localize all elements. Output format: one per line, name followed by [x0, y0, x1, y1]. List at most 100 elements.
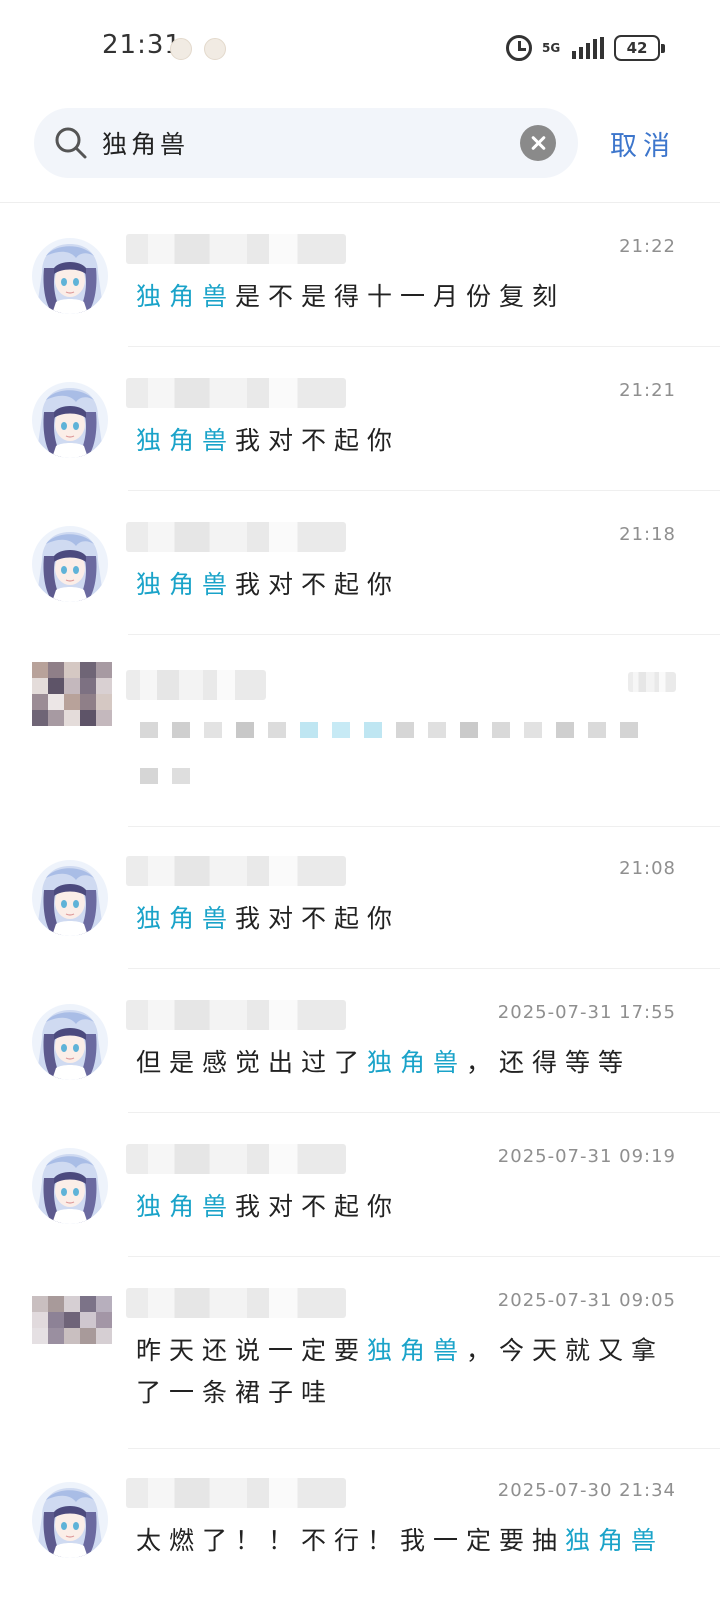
keyword-highlight: 独角兽 — [136, 904, 236, 933]
message-snippet: 昨天还说一定要独角兽，今天就又拿了一条裙子哇 — [136, 1330, 676, 1420]
row-divider — [128, 1256, 720, 1257]
redacted-text-block — [460, 722, 478, 738]
message-time: 2025-07-31 17:55 — [497, 1002, 676, 1023]
keyword-highlight: 独角兽 — [136, 570, 236, 599]
keyword-highlight: 独角兽 — [136, 426, 236, 455]
contact-name-redacted — [126, 670, 266, 700]
redacted-text-block — [556, 722, 574, 738]
avatar — [32, 1004, 108, 1080]
row-divider — [128, 634, 720, 635]
search-result-item-redacted[interactable] — [0, 650, 720, 826]
avatar-pixel — [32, 1296, 48, 1312]
message-snippet: 独角兽是不是得十一月份复刻 — [136, 276, 676, 324]
message-text-after: 我对不起你 — [235, 1192, 401, 1221]
redacted-text-block — [140, 722, 158, 738]
redacted-text-block — [172, 768, 190, 784]
avatar-pixel — [80, 710, 96, 726]
row-divider — [128, 490, 720, 491]
row-divider — [128, 826, 720, 827]
message-snippet: 独角兽我对不起你 — [136, 420, 676, 468]
avatar-pixel — [96, 1312, 112, 1328]
message-snippet: 独角兽我对不起你 — [136, 1186, 676, 1234]
avatar-pixel — [96, 694, 112, 710]
message-time: 2025-07-31 09:19 — [497, 1146, 676, 1167]
avatar-pixel — [32, 662, 48, 678]
redacted-text-block — [172, 722, 190, 738]
avatar-pixel — [96, 662, 112, 678]
avatar-pixel — [80, 662, 96, 678]
keyword-highlight: 独角兽 — [565, 1526, 665, 1555]
search-input[interactable] — [102, 108, 502, 178]
search-result-item[interactable]: 2025-07-30 21:34 太燃了！！不行！我一定要抽独角兽 — [0, 1462, 720, 1600]
search-result-item[interactable]: 2025-07-31 17:55 但是感觉出过了独角兽，还得等等 — [0, 984, 720, 1124]
avatar — [32, 382, 108, 458]
redacted-text-block — [524, 722, 542, 738]
contact-name-redacted — [126, 1144, 346, 1174]
alarm-icon — [506, 35, 532, 61]
message-text-after: ，还得等等 — [466, 1048, 632, 1077]
header-divider — [0, 202, 720, 203]
avatar-pixel — [48, 662, 64, 678]
avatar — [32, 526, 108, 602]
redacted-text-block — [236, 722, 254, 738]
contact-name-redacted — [126, 1288, 346, 1318]
redacted-text-block — [332, 722, 350, 738]
avatar — [32, 662, 112, 752]
search-result-item[interactable]: 21:08 独角兽我对不起你 — [0, 840, 720, 980]
contact-name-redacted — [126, 1478, 346, 1508]
redacted-text-block — [268, 722, 286, 738]
keyword-highlight: 独角兽 — [136, 282, 236, 311]
search-result-item[interactable]: 21:22 独角兽是不是得十一月份复刻 — [0, 218, 720, 358]
message-snippet: 太燃了！！不行！我一定要抽独角兽 — [136, 1520, 676, 1568]
status-indicators: 5G 42 — [506, 30, 665, 66]
avatar-pixel — [32, 1312, 48, 1328]
avatar — [32, 1288, 112, 1378]
avatar-pixel — [80, 1328, 96, 1344]
avatar-pixel — [64, 1328, 80, 1344]
avatar-pixel — [64, 694, 80, 710]
message-snippet: 独角兽我对不起你 — [136, 898, 676, 946]
clear-icon[interactable] — [520, 125, 556, 161]
avatar-pixel — [80, 1312, 96, 1328]
search-bar[interactable] — [34, 108, 578, 178]
search-result-item[interactable]: 2025-07-31 09:19 独角兽我对不起你 — [0, 1128, 720, 1268]
redacted-text-block — [364, 722, 382, 738]
message-text-after: 我对不起你 — [235, 904, 401, 933]
avatar-pixel — [96, 1296, 112, 1312]
avatar-pixel — [32, 678, 48, 694]
message-time: 21:22 — [619, 236, 676, 257]
battery-icon: 42 — [614, 35, 665, 61]
search-result-item[interactable]: 21:18 独角兽我对不起你 — [0, 506, 720, 646]
network-type: 5G — [542, 41, 561, 55]
avatar-pixel — [32, 1328, 48, 1344]
redacted-text-block — [492, 722, 510, 738]
search-result-item[interactable]: 2025-07-31 09:05 昨天还说一定要独角兽，今天就又拿了一条裙子哇 — [0, 1272, 720, 1412]
avatar-pixel — [48, 694, 64, 710]
search-result-item[interactable]: 21:21 独角兽我对不起你 — [0, 362, 720, 502]
avatar-pixel — [96, 710, 112, 726]
message-time: 21:18 — [619, 524, 676, 545]
message-text-before: 但是感觉出过了 — [136, 1048, 368, 1077]
keyword-highlight: 独角兽 — [367, 1048, 467, 1077]
avatar — [32, 860, 108, 936]
row-divider — [128, 1448, 720, 1449]
keyword-highlight: 独角兽 — [136, 1192, 236, 1221]
avatar-pixel — [32, 694, 48, 710]
contact-name-redacted — [126, 1000, 346, 1030]
avatar — [32, 238, 108, 314]
avatar-pixel — [80, 678, 96, 694]
cancel-button[interactable]: 取消 — [610, 124, 676, 163]
notification-icon — [170, 38, 192, 60]
avatar-pixel — [48, 678, 64, 694]
avatar-pixel — [48, 1312, 64, 1328]
avatar-pixel — [48, 710, 64, 726]
avatar-pixel — [64, 1312, 80, 1328]
avatar-pixel — [48, 1328, 64, 1344]
message-text-after: 是不是得十一月份复刻 — [235, 282, 566, 311]
avatar-pixel — [32, 710, 48, 726]
message-text-after: 我对不起你 — [235, 570, 401, 599]
message-snippet: 独角兽我对不起你 — [136, 564, 676, 612]
message-time: 2025-07-30 21:34 — [497, 1480, 676, 1501]
avatar — [32, 1148, 108, 1224]
row-divider — [128, 346, 720, 347]
